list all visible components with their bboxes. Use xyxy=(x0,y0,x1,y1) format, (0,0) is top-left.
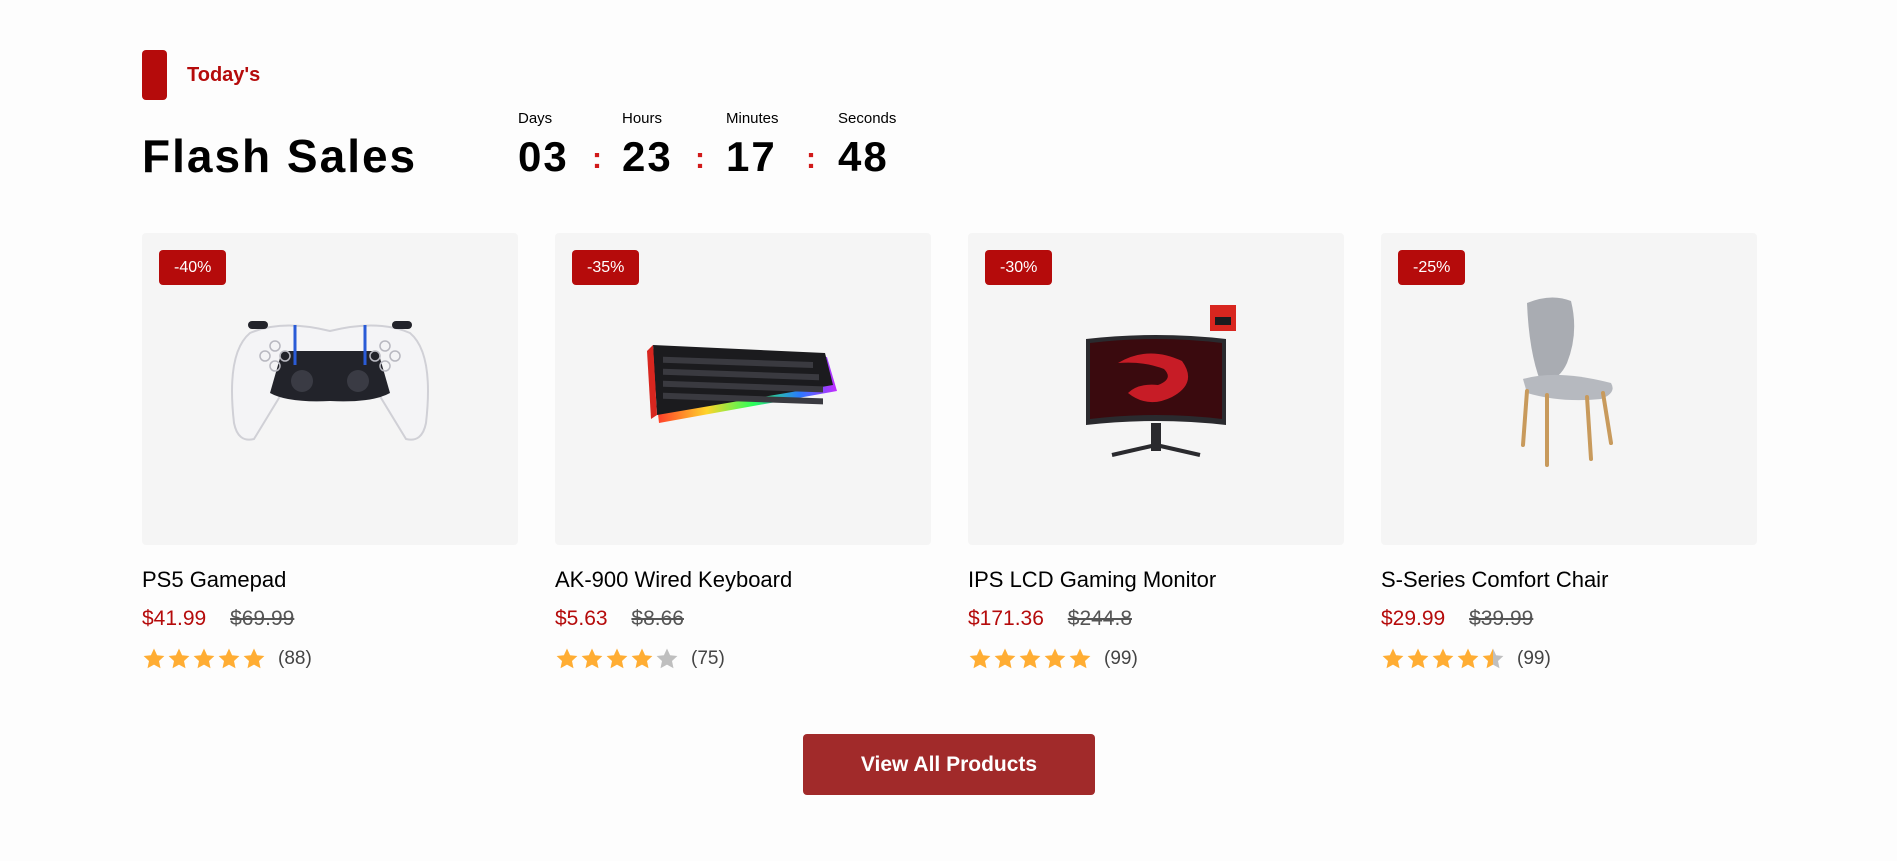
rating-row: (75) xyxy=(555,644,931,674)
star-icon xyxy=(581,648,603,669)
original-price: $244.8 xyxy=(1067,607,1132,630)
monitor-image xyxy=(1086,305,1236,457)
star-icon xyxy=(1482,648,1504,669)
countdown-separator: : xyxy=(592,142,602,175)
countdown-label: Hours xyxy=(622,110,663,127)
product-name[interactable]: IPS LCD Gaming Monitor xyxy=(968,567,1344,597)
star-rating xyxy=(1381,647,1505,671)
countdown-label: Seconds xyxy=(838,110,897,127)
rating-row: (99) xyxy=(968,644,1344,674)
review-count: (99) xyxy=(1104,648,1138,669)
gamepad-image xyxy=(231,321,429,441)
star-icon xyxy=(243,648,265,669)
star-icon xyxy=(168,648,190,669)
current-price: $29.99 xyxy=(1381,607,1446,630)
section-tag: Today's xyxy=(142,50,260,100)
current-price: $5.63 xyxy=(555,607,608,630)
product-image-area[interactable]: -40% xyxy=(142,233,518,545)
star-icon xyxy=(606,648,628,669)
price-row: $29.99 $39.99 xyxy=(1381,607,1757,637)
star-icon xyxy=(556,648,578,669)
star-icon xyxy=(1044,648,1066,669)
rating-row: (99) xyxy=(1381,644,1757,674)
countdown-value: 03 xyxy=(518,133,569,180)
price-row: $5.63 $8.66 xyxy=(555,607,931,637)
star-icon xyxy=(1069,648,1091,669)
countdown-label: Minutes xyxy=(726,110,779,127)
current-price: $41.99 xyxy=(142,607,207,630)
star-icon xyxy=(994,648,1016,669)
review-count: (75) xyxy=(691,648,725,669)
star-icon xyxy=(1407,648,1429,669)
countdown-label: Days xyxy=(518,110,553,127)
star-icon xyxy=(1019,648,1041,669)
countdown-value: 48 xyxy=(838,133,889,180)
rating-row: (88) xyxy=(142,644,518,674)
original-price: $69.99 xyxy=(230,607,295,630)
product-image-area[interactable]: -25% xyxy=(1381,233,1757,545)
product-image-area[interactable]: -30% xyxy=(968,233,1344,545)
countdown-seconds: Seconds 48 xyxy=(838,110,896,181)
price-row: $41.99 $69.99 xyxy=(142,607,518,637)
star-icon xyxy=(631,648,653,669)
countdown-separator: : xyxy=(695,142,705,175)
countdown-separator: : xyxy=(806,142,816,175)
keyboard-image xyxy=(647,345,837,423)
review-count: (88) xyxy=(278,648,312,669)
product-name[interactable]: AK-900 Wired Keyboard xyxy=(555,567,931,597)
countdown-hours: Hours 23 xyxy=(622,110,673,181)
star-rating xyxy=(968,647,1092,671)
section-tag-label: Today's xyxy=(187,63,261,86)
product-name[interactable]: S-Series Comfort Chair xyxy=(1381,567,1757,597)
star-icon xyxy=(1382,648,1404,669)
product-card[interactable]: -25% S-Series Comfort Chair $29.99 $39.9… xyxy=(1381,233,1757,674)
countdown-days: Days 03 xyxy=(518,110,569,181)
product-card[interactable]: -30% IPS LCD Gaming Monitor $171.36 $244… xyxy=(968,233,1344,674)
star-icon xyxy=(218,648,240,669)
original-price: $39.99 xyxy=(1469,607,1534,630)
star-icon xyxy=(193,648,215,669)
star-icon xyxy=(1432,648,1454,669)
countdown-minutes: Minutes 17 xyxy=(726,110,779,181)
star-icon xyxy=(656,648,678,669)
tag-bar xyxy=(142,50,167,100)
review-count: (99) xyxy=(1517,648,1551,669)
product-card[interactable]: -40% PS5 Gamepad $41.99 $69.99 (88) xyxy=(142,233,518,674)
star-icon xyxy=(969,648,991,669)
product-image-area[interactable]: -35% xyxy=(555,233,931,545)
star-rating xyxy=(142,647,266,671)
product-card[interactable]: -35% AK-900 Wired Keyboard $5.63 $8.66 (… xyxy=(555,233,931,674)
chair-image xyxy=(1521,297,1613,467)
countdown-value: 23 xyxy=(622,133,673,180)
original-price: $8.66 xyxy=(631,607,684,630)
star-rating xyxy=(555,647,679,671)
view-all-products-button[interactable]: View All Products xyxy=(803,734,1095,795)
star-icon xyxy=(143,648,165,669)
countdown-value: 17 xyxy=(726,133,777,180)
price-row: $171.36 $244.8 xyxy=(968,607,1344,637)
product-name[interactable]: PS5 Gamepad xyxy=(142,567,518,597)
star-icon xyxy=(1457,648,1479,669)
section-title: Flash Sales xyxy=(142,130,418,182)
current-price: $171.36 xyxy=(968,607,1044,630)
